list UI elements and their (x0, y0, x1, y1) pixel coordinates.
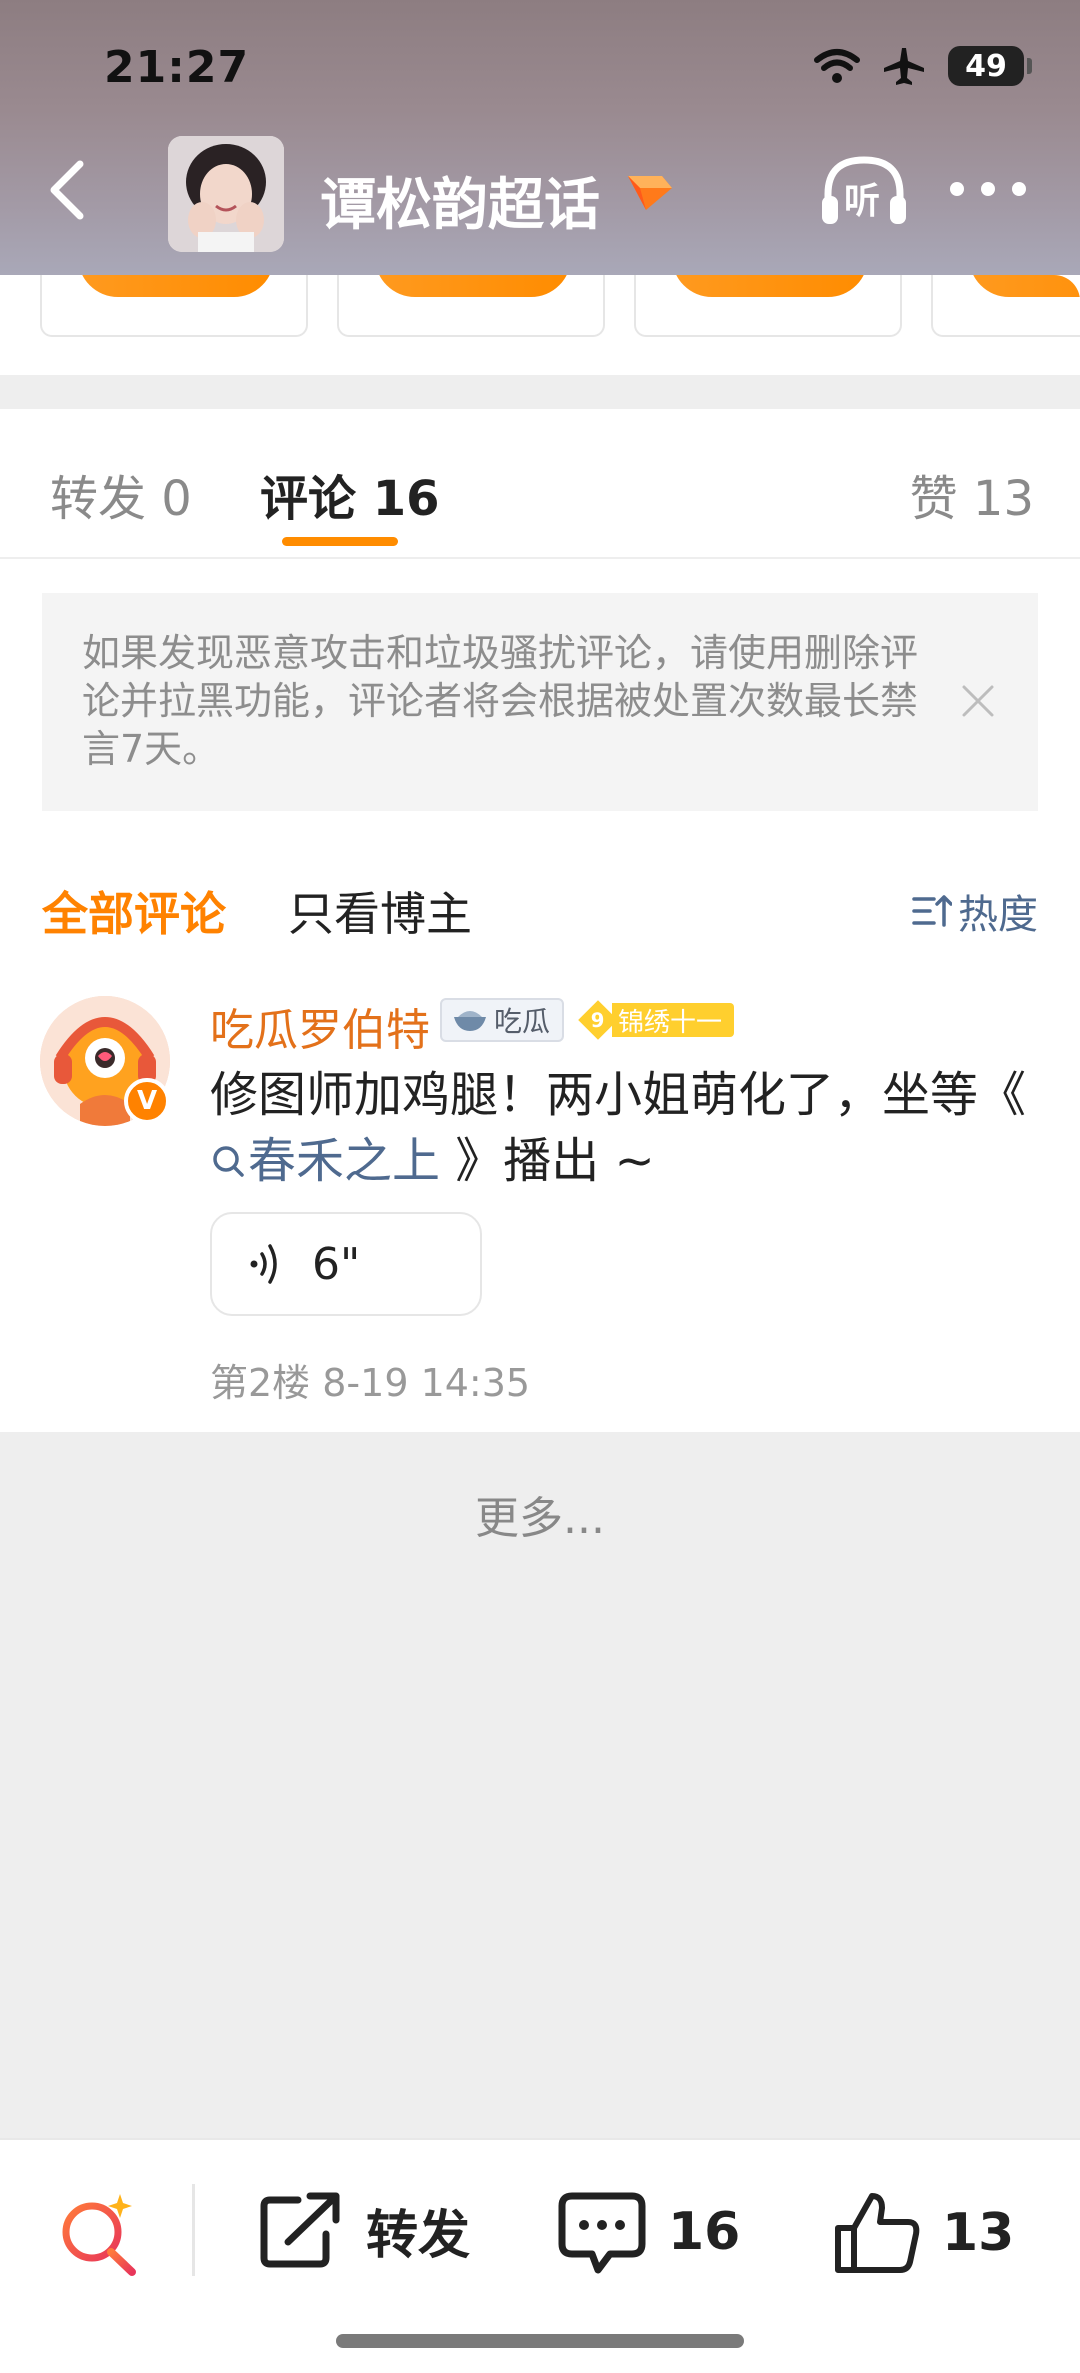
repost-label: 转发 (366, 2205, 471, 2266)
comment-text-end: 》播出 ~ (440, 1133, 655, 1189)
voice-message[interactable]: 6" (210, 1212, 482, 1316)
back-arrow-icon[interactable] (40, 150, 96, 230)
comment-item: V 吃瓜罗伯特 吃瓜 9 锦绣十一 修图师加鸡腿！两小姐萌化了，坐等《春禾之上 … (0, 980, 1080, 1434)
tab-likes[interactable]: 赞 13 (910, 459, 1034, 529)
status-time: 21:27 (104, 42, 250, 93)
interaction-tabs: 转发 0 评论 16 赞 13 (0, 409, 1080, 559)
like-button[interactable]: 13 (834, 2190, 1014, 2276)
card-peek[interactable] (931, 275, 1080, 337)
more-comments-area: 更多... (0, 1432, 1080, 2138)
topic-link[interactable]: 春禾之上 (210, 1133, 440, 1189)
filter-blogger-only[interactable]: 只看博主 (288, 878, 472, 944)
sort-label: 热度 (958, 892, 1038, 938)
voice-duration: 6" (312, 1238, 361, 1290)
listen-button[interactable]: 听 (816, 150, 912, 230)
active-tab-indicator (282, 537, 398, 546)
level-badge[interactable]: 9 锦绣十一 (578, 1000, 735, 1040)
recommended-cards-strip (0, 275, 1080, 375)
repost-button[interactable]: 转发 (258, 2190, 470, 2270)
notice-text: 如果发现恶意攻击和垃圾骚扰评论，请使用删除评论并拉黑功能，评论者将会根据被处置次… (82, 631, 919, 771)
topic-avatar[interactable] (168, 136, 284, 252)
section-separator (0, 375, 1080, 409)
voice-wave-icon (250, 1244, 277, 1284)
airplane-mode-icon (884, 48, 924, 85)
chigua-badge[interactable]: 吃瓜 (440, 998, 565, 1042)
sort-button[interactable]: 热度 (912, 882, 1038, 940)
topic-title: 谭松韵超话 (320, 173, 600, 238)
filter-all-comments[interactable]: 全部评论 (42, 878, 226, 944)
more-comments-link[interactable]: 更多... (0, 1482, 1080, 1546)
comment-text-start: 修图师加鸡腿！两小姐萌化了，坐等《 (210, 1067, 1027, 1123)
like-count: 13 (942, 2203, 1015, 2263)
card-peek[interactable] (337, 275, 605, 337)
topic-header: 21:27 49 谭松韵超话 听 (0, 0, 1080, 275)
comment-button[interactable]: 16 (558, 2190, 740, 2274)
card-peek[interactable] (634, 275, 902, 337)
tab-comments[interactable]: 评论 16 (260, 459, 440, 529)
ai-search-icon[interactable] (54, 2190, 144, 2280)
wifi-icon (814, 49, 860, 83)
moderation-notice: 如果发现恶意攻击和垃圾骚扰评论，请使用删除评论并拉黑功能，评论者将会根据被处置次… (42, 593, 1038, 811)
super-topic-gem-icon (628, 176, 672, 210)
comment-filter-bar: 全部评论 只看博主 热度 (0, 860, 1080, 950)
comment-meta: 第2楼 8-19 14:35 (210, 1361, 531, 1405)
card-peek[interactable] (40, 275, 308, 337)
close-icon[interactable] (958, 681, 998, 721)
bottom-bar-divider (192, 2184, 195, 2276)
share-icon (260, 2192, 340, 2268)
comment-text: 修图师加鸡腿！两小姐萌化了，坐等《春禾之上 》播出 ~ (210, 1062, 1046, 1194)
level-badge-title: 锦绣十一 (612, 1003, 735, 1038)
commenter-username[interactable]: 吃瓜罗伯特 (210, 994, 430, 1058)
more-options-icon[interactable] (950, 182, 1026, 204)
sort-icon (912, 895, 952, 927)
chigua-badge-label: 吃瓜 (494, 1005, 551, 1038)
listen-icon-label: 听 (844, 181, 881, 222)
battery-indicator: 49 (948, 46, 1032, 86)
search-icon (213, 1146, 244, 1177)
status-icons: 49 (814, 46, 1032, 86)
tab-reposts[interactable]: 转发 0 (50, 459, 192, 529)
comment-bubble-icon (558, 2192, 646, 2274)
comment-count: 16 (668, 2202, 741, 2262)
watermelon-icon (454, 1011, 486, 1031)
thumbs-up-icon (835, 2193, 920, 2273)
home-indicator (336, 2334, 744, 2348)
verified-badge: V (124, 1078, 170, 1124)
